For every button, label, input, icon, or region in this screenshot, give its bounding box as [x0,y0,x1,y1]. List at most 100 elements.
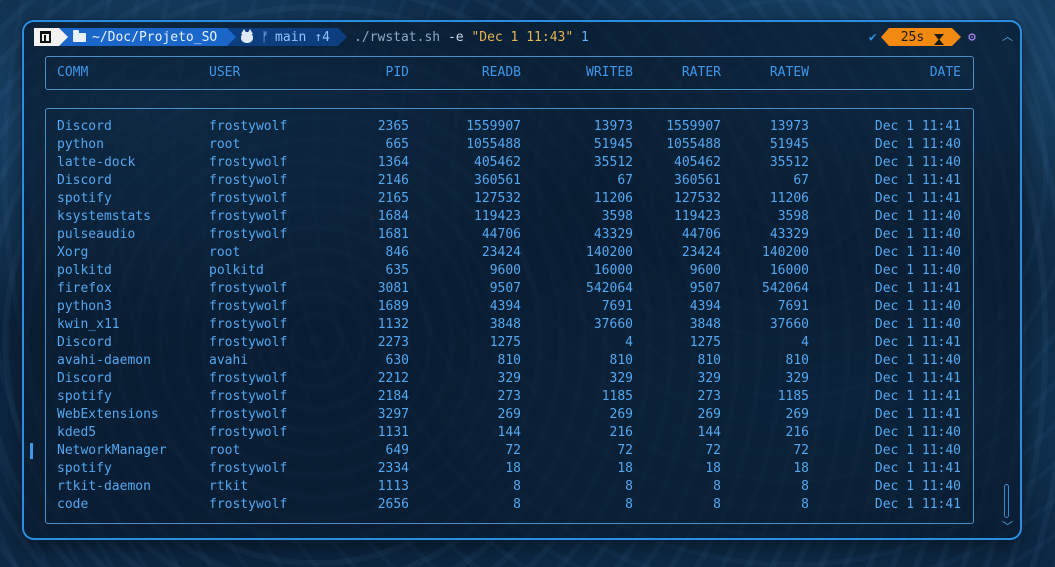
cell-pid: 2184 [377,389,409,404]
cell-user: frostywolf [209,371,288,386]
cell-ratew: 8 [801,497,809,512]
cell-writeb: 810 [609,353,633,368]
hourglass-icon [934,34,945,45]
cell-pid: 2146 [377,173,409,188]
cell-user: frostywolf [209,209,288,224]
cell-pid: 630 [385,353,409,368]
cell-readb: 269 [497,407,521,422]
scroll-down-icon[interactable]: ﹀ [1002,518,1013,534]
cell-comm: ksystemstats [57,209,151,224]
cell-rater: 405462 [674,155,721,170]
cell-rater: 4394 [689,299,721,314]
cell-comm: python [57,137,104,152]
scrollbar-thumb[interactable] [1004,484,1009,518]
cell-date: Dec 1 11:40 [874,137,961,152]
cell-ratew: 16000 [769,263,809,278]
table-row: code frostywolf 2656 8 8 8 8 Dec 1 11:41 [46,496,973,514]
table-header-box: COMM USER PID READB WRITEB RATER RATEW D… [45,56,974,90]
table-row: firefox frostywolf 3081 9507 542064 9507 54206… [46,280,973,298]
cell-ratew: 67 [793,173,809,188]
prompt-right-status: ✔ 25s ⚙ [869,28,976,46]
cell-rater: 1275 [689,335,721,350]
cell-readb: 360561 [474,173,521,188]
cell-ratew: 3598 [777,209,809,224]
folder-icon [73,29,86,42]
table-row: Discord frostywolf 2365 1559907 13973 1559907… [46,118,973,136]
cell-rater: 9507 [689,281,721,296]
cell-rater: 72 [705,443,721,458]
cell-readb: 127532 [474,191,521,206]
terminal-cursor-marker [30,443,33,459]
cell-pid: 2656 [377,497,409,512]
cell-ratew: 37660 [769,317,809,332]
cell-date: Dec 1 11:41 [874,173,961,188]
table-row: spotify frostywolf 2165 127532 11206 127532 11… [46,190,973,208]
cell-pid: 1132 [377,317,409,332]
cell-readb: 8 [513,497,521,512]
cell-user: frostywolf [209,335,288,350]
cell-date: Dec 1 11:40 [874,263,961,278]
cell-readb: 119423 [474,209,521,224]
git-branch-icon: ᚠ [261,29,270,45]
table-row: Discord frostywolf 2273 1275 4 1275 4 Dec 1 11:… [46,334,973,352]
table-row: pulseaudio frostywolf 1681 44706 43329 44706 4… [46,226,973,244]
cell-rater: 44706 [681,227,721,242]
cell-pid: 2365 [377,119,409,134]
cell-rater: 329 [697,371,721,386]
table-row: Discord frostywolf 2146 360561 67 360561 67 Dec… [46,172,973,190]
cell-pid: 1689 [377,299,409,314]
cell-date: Dec 1 11:40 [874,245,961,260]
header-ratew: RATEW [769,65,809,80]
header-writeb: WRITEB [586,65,633,80]
cell-ratew: 7691 [777,299,809,314]
cell-ratew: 329 [785,371,809,386]
table-row: python3 frostywolf 1689 4394 7691 4394 7691 Dec… [46,298,973,316]
scrollbar[interactable]: ︿ ﹀ [1000,28,1014,534]
cell-comm: Discord [57,371,112,386]
cell-user: frostywolf [209,191,288,206]
cell-date: Dec 1 11:41 [874,281,961,296]
cell-user: frostywolf [209,461,288,476]
table-row: spotify frostywolf 2184 273 1185 273 1185 Dec 1… [46,388,973,406]
command-line[interactable]: ./rwstat.sh -e "Dec 1 11:43" 1 [354,30,589,45]
prompt-os-segment [34,28,68,46]
table-row: ksystemstats frostywolf 1684 119423 3598 1194… [46,208,973,226]
cell-date: Dec 1 11:41 [874,371,961,386]
cell-readb: 1559907 [466,119,521,134]
cell-date: Dec 1 11:40 [874,479,961,494]
prompt-directory-segment: ~/Doc/Projeto_SO [59,28,237,46]
cell-comm: NetworkManager [57,443,167,458]
cell-comm: Discord [57,173,112,188]
cell-writeb: 13973 [593,119,633,134]
cell-ratew: 72 [793,443,809,458]
cell-date: Dec 1 11:41 [874,497,961,512]
gear-icon: ⚙ [968,29,976,45]
cell-user: frostywolf [209,497,288,512]
table-row: avahi-daemon avahi 630 810 810 810 810 Dec 1 11… [46,352,973,370]
cell-ratew: 18 [793,461,809,476]
table-row: kwin_x11 frostywolf 1132 3848 37660 3848 37660… [46,316,973,334]
header-rater: RATER [681,65,721,80]
table-row: latte-dock frostywolf 1364 405462 35512 40546… [46,154,973,172]
cell-comm: kded5 [57,425,97,440]
cell-ratew: 1185 [777,389,809,404]
cell-readb: 9600 [489,263,521,278]
github-icon [241,28,254,43]
table-row: WebExtensions frostywolf 3297 269 269 269 269 D… [46,406,973,424]
cell-rater: 810 [697,353,721,368]
scroll-up-icon[interactable]: ︿ [1002,28,1013,44]
cell-readb: 1055488 [466,137,521,152]
cell-comm: WebExtensions [57,407,159,422]
cell-date: Dec 1 11:40 [874,155,961,170]
cell-rater: 8 [713,479,721,494]
header-user: USER [209,65,241,80]
cell-pid: 2212 [377,371,409,386]
cell-user: polkitd [209,263,264,278]
cell-readb: 810 [497,353,521,368]
cell-user: avahi [209,353,249,368]
cell-writeb: 3598 [601,209,633,224]
cell-date: Dec 1 11:41 [874,119,961,134]
cell-readb: 329 [497,371,521,386]
terminal-window[interactable]: ~/Doc/Projeto_SO ᚠ main ↑4 ./rwstat.sh -… [22,20,1022,540]
cell-comm: python3 [57,299,112,314]
